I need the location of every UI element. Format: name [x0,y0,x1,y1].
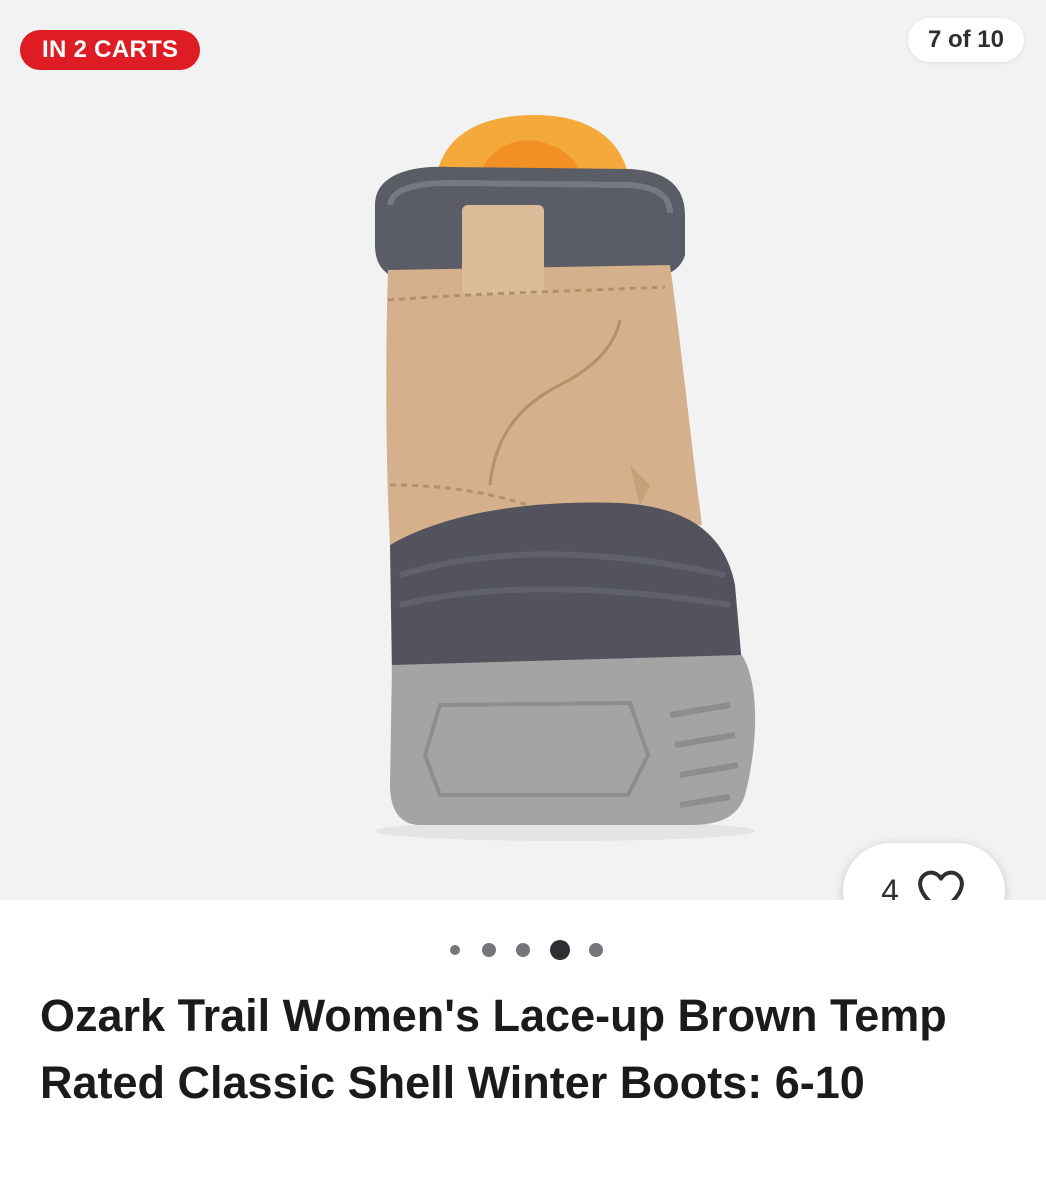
in-carts-badge: IN 2 CARTS [20,30,201,70]
heart-outline-icon [917,870,964,900]
product-image-gallery[interactable]: IN 2 CARTS 7 of 10 4 [0,0,1046,900]
pagination-dot[interactable] [589,943,603,957]
pagination-dot[interactable] [482,943,496,957]
product-title: Ozark Trail Women's Lace-up Brown Temp R… [40,990,947,1108]
pagination-dot[interactable] [450,945,460,955]
favorite-count: 4 [881,872,899,901]
pagination-dot-active[interactable] [550,940,570,960]
pagination-dot[interactable] [516,943,530,957]
boot-upper [386,265,702,545]
product-image[interactable] [330,105,810,845]
image-page-counter: 7 of 10 [907,18,1024,62]
favorite-button[interactable]: 4 [843,843,1005,900]
boot-pull-tab [462,205,544,295]
image-pagination-dots[interactable] [0,936,1046,964]
